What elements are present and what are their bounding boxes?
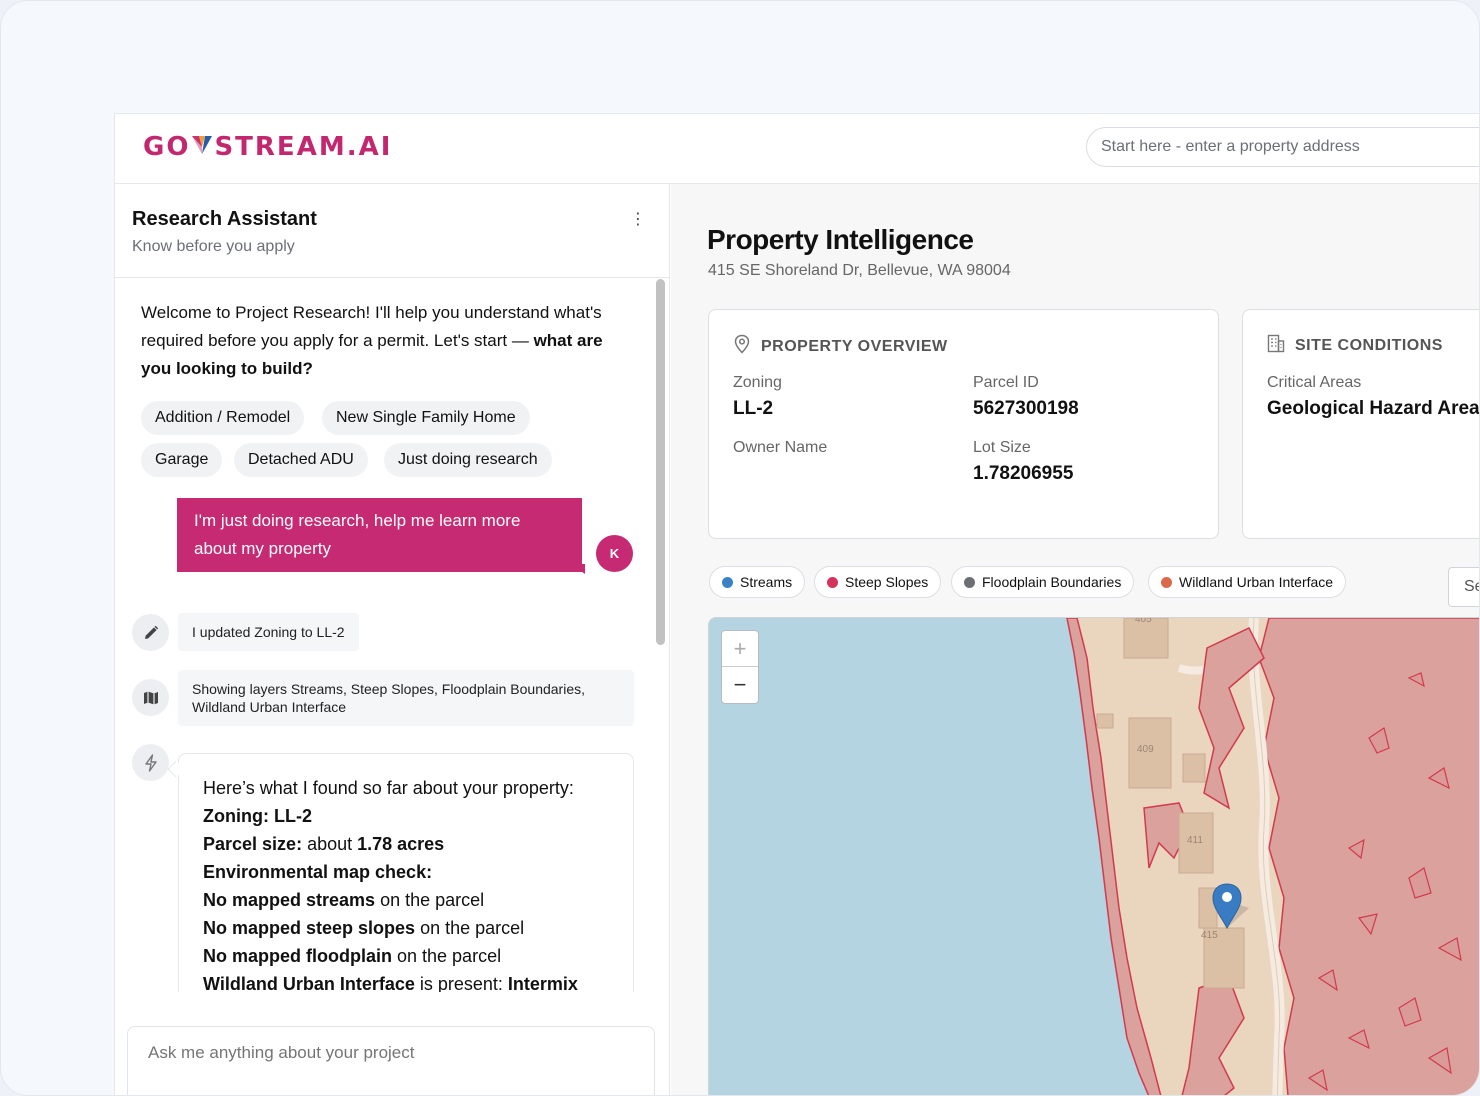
property-intelligence-panel: Property Intelligence 415 SE Shoreland D… [671, 184, 1480, 1095]
map-canvas: 409 411 415 405 [1066, 618, 1479, 1095]
property-map[interactable]: 409 411 415 405 + − [708, 617, 1479, 1095]
panel-header: Research Assistant Know before you apply… [115, 184, 669, 278]
logo-text-left: GO [143, 132, 191, 162]
property-address: 415 SE Shoreland Dr, Bellevue, WA 98004 [708, 262, 1011, 279]
building-label-409: 409 [1137, 744, 1154, 755]
page-title: Property Intelligence [707, 224, 974, 255]
overview-heading: PROPERTY OVERVIEW [733, 334, 948, 359]
result-intro: Here’s what I found so far about your pr… [203, 778, 574, 798]
critical-areas-label: Critical Areas [1267, 374, 1362, 391]
chip-just-doing-research[interactable]: Just doing research [384, 443, 552, 477]
assistant-result-card: Here’s what I found so far about your pr… [178, 753, 634, 992]
layer-chip-wui[interactable]: Wildland Urban Interface [1148, 566, 1347, 598]
wui-dot [1161, 576, 1172, 588]
parcel-id-value: 5627300198 [973, 398, 1079, 419]
top-bar: GO STREAM.AI [115, 114, 1479, 184]
chat-history[interactable]: Welcome to Project Research! I'll help y… [115, 279, 655, 992]
more-options-icon[interactable]: ⋮ [630, 210, 646, 230]
result-streams: No mapped streams on the parcel [203, 890, 485, 910]
map-icon [132, 679, 169, 716]
chip-garage[interactable]: Garage [141, 443, 223, 477]
logo-v-icon [192, 132, 213, 162]
layer-chip-streams[interactable]: Streams [709, 566, 806, 598]
user-avatar: K [596, 535, 633, 572]
zoom-in-button[interactable]: + [722, 631, 758, 667]
welcome-message: Welcome to Project Research! I'll help y… [141, 299, 621, 383]
user-message-bubble: I'm just doing research, help me learn m… [177, 498, 582, 572]
research-assistant-panel: Research Assistant Know before you apply… [115, 184, 670, 1095]
activity-zoning-update: I updated Zoning to LL-2 [178, 613, 359, 651]
result-wui: Wildland Urban Interface is present: Int… [203, 974, 578, 992]
floodplain-dot [964, 576, 975, 588]
zoom-out-button[interactable]: − [722, 667, 758, 703]
select-button[interactable]: Se [1448, 567, 1479, 607]
owner-name-label: Owner Name [733, 439, 828, 456]
building-label-415: 415 [1201, 930, 1218, 941]
govstream-logo[interactable]: GO STREAM.AI [143, 132, 392, 162]
ask-input[interactable] [127, 1026, 655, 1095]
app-window: GO STREAM.AI Research Assistant Know bef… [114, 113, 1480, 1095]
result-zoning: Zoning: LL-2 [203, 806, 312, 826]
streams-dot [722, 576, 733, 588]
map-zoom-control: + − [721, 630, 759, 704]
panel-subtitle: Know before you apply [132, 238, 295, 255]
location-pin-icon [733, 334, 751, 359]
zoning-label: Zoning [733, 374, 782, 391]
window-frame: GO STREAM.AI Research Assistant Know bef… [0, 0, 1480, 1096]
pencil-icon [132, 614, 169, 651]
parcel-id-label: Parcel ID [973, 374, 1039, 391]
building-label-405: 405 [1135, 618, 1152, 625]
building-icon [1267, 334, 1285, 358]
logo-text-right: STREAM.AI [214, 132, 393, 162]
chip-addition-remodel[interactable]: Addition / Remodel [141, 401, 305, 435]
activity-layers-shown: Showing layers Streams, Steep Slopes, Fl… [178, 670, 634, 726]
chip-new-single-family-home[interactable]: New Single Family Home [322, 401, 530, 435]
lot-size-label: Lot Size [973, 439, 1031, 456]
chip-detached-adu[interactable]: Detached ADU [234, 443, 368, 477]
address-search-input[interactable] [1086, 127, 1479, 167]
result-parcel-line: Parcel size: about 1.78 acres [203, 834, 445, 854]
result-floodplain: No mapped floodplain on the parcel [203, 946, 502, 966]
site-conditions-card: SITE CONDITIONS Critical Areas Geologica… [1242, 309, 1480, 539]
result-slopes: No mapped steep slopes on the parcel [203, 918, 525, 938]
user-bubble-tail [571, 564, 585, 574]
lightning-icon [132, 744, 169, 781]
layer-chip-floodplain[interactable]: Floodplain Boundaries [951, 566, 1135, 598]
property-overview-card: PROPERTY OVERVIEW Zoning LL-2 Parcel ID … [708, 309, 1219, 539]
site-conditions-heading: SITE CONDITIONS [1267, 334, 1443, 358]
building-label-411: 411 [1187, 835, 1203, 846]
chat-scrollbar[interactable] [656, 279, 665, 645]
lot-size-value: 1.78206955 [973, 463, 1074, 484]
result-env-heading: Environmental map check: [203, 862, 433, 882]
panel-title: Research Assistant [132, 208, 317, 230]
critical-areas-value: Geological Hazard Areas [1267, 398, 1480, 419]
layer-chip-steep-slopes[interactable]: Steep Slopes [814, 566, 942, 598]
zoning-value: LL-2 [733, 398, 774, 419]
steep-slopes-dot [827, 576, 838, 588]
